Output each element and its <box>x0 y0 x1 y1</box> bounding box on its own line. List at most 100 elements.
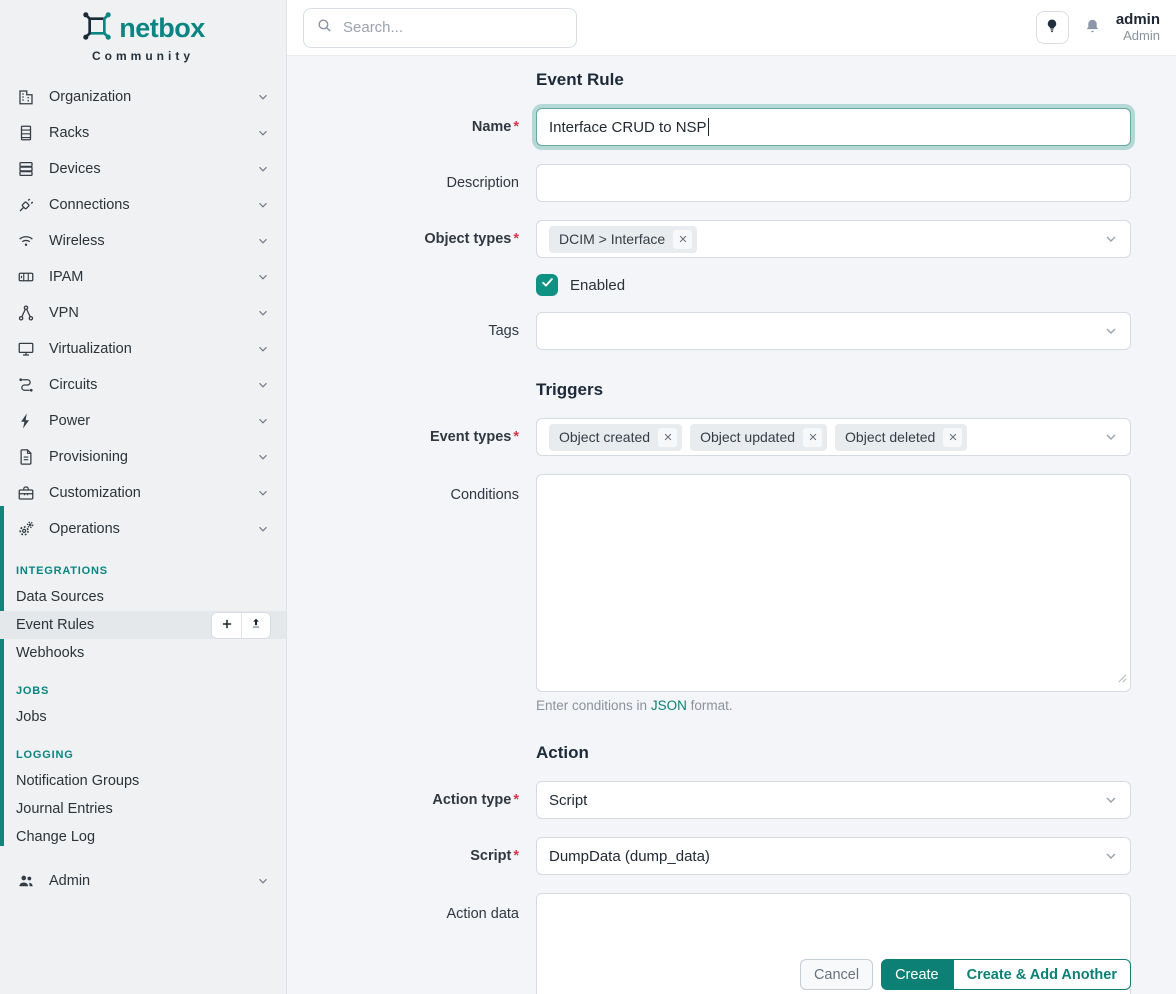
chevron-down-icon <box>256 522 270 536</box>
event-rules-quick-actions <box>212 613 270 638</box>
event-types-label: Event types <box>287 418 519 456</box>
theme-toggle-button[interactable] <box>1036 11 1069 44</box>
enabled-label[interactable]: Enabled <box>570 277 625 294</box>
brand-subtitle: Community <box>0 49 286 63</box>
sidebar-item-admin[interactable]: Admin <box>0 863 286 899</box>
notifications-button[interactable] <box>1083 17 1102 39</box>
object-types-row: Object types DCIM > Interface <box>287 220 1176 258</box>
sidebar-item-racks[interactable]: Racks <box>0 115 286 151</box>
users-icon <box>16 871 36 891</box>
chevron-down-icon <box>256 450 270 464</box>
cancel-button[interactable]: Cancel <box>800 959 873 990</box>
text-caret <box>708 118 710 136</box>
sidebar-item-vpn[interactable]: VPN <box>0 295 286 331</box>
remove-chip-icon[interactable] <box>943 428 962 447</box>
remove-chip-icon[interactable] <box>658 428 677 447</box>
monitor-icon <box>16 339 36 359</box>
tags-label: Tags <box>287 312 519 350</box>
sidebar-item-ipam[interactable]: IPAM <box>0 259 286 295</box>
chevron-down-icon <box>1103 231 1119 251</box>
search-input[interactable] <box>343 19 543 36</box>
object-type-chip: DCIM > Interface <box>549 226 697 253</box>
event-types-select[interactable]: Object created Object updated Object del… <box>536 418 1131 456</box>
cable-plug-icon <box>16 195 36 215</box>
sidebar-item-data-sources[interactable]: Data Sources <box>0 583 286 611</box>
description-label: Description <box>287 164 519 202</box>
action-type-select[interactable]: Script <box>536 781 1131 819</box>
conditions-textarea[interactable] <box>536 474 1131 692</box>
chevron-down-icon <box>256 342 270 356</box>
event-types-row: Event types Object created Object update… <box>287 418 1176 456</box>
chevron-down-icon <box>1103 848 1119 868</box>
remove-chip-icon[interactable] <box>673 230 692 249</box>
sidebar-item-organization[interactable]: Organization <box>0 79 286 115</box>
script-row: Script DumpData (dump_data) <box>287 837 1176 875</box>
enabled-row: Enabled <box>287 274 1176 296</box>
user-role: Admin <box>1116 29 1160 44</box>
sidebar-item-devices[interactable]: Devices <box>0 151 286 187</box>
triggers-title: Triggers <box>536 380 1176 400</box>
primary-nav: Organization Racks Devices Connections W… <box>0 79 286 899</box>
sidebar-item-event-rules[interactable]: Event Rules <box>0 611 286 639</box>
name-input[interactable]: Interface CRUD to NSP <box>536 108 1131 146</box>
conditions-help: Enter conditions in JSON format. <box>536 698 1131 713</box>
import-event-rules-button[interactable] <box>241 613 270 638</box>
sidebar-item-wireless[interactable]: Wireless <box>0 223 286 259</box>
description-row: Description <box>287 164 1176 202</box>
sidebar-item-customization[interactable]: Customization <box>0 475 286 511</box>
resize-handle[interactable] <box>1116 670 1127 688</box>
object-types-label: Object types <box>287 220 519 258</box>
action-type-row: Action type Script <box>287 781 1176 819</box>
action-data-label: Action data <box>287 893 519 994</box>
brand-wordmark: netbox <box>119 13 205 44</box>
plus-icon <box>220 617 234 634</box>
sidebar-item-circuits[interactable]: Circuits <box>0 367 286 403</box>
chevron-down-icon <box>256 198 270 212</box>
group-header-integrations: INTEGRATIONS <box>16 565 270 577</box>
script-label: Script <box>287 837 519 875</box>
graph-icon <box>16 303 36 323</box>
form-actions: Cancel Create Create & Add Another <box>800 959 1131 990</box>
sidebar-item-change-log[interactable]: Change Log <box>0 823 286 851</box>
user-name: admin <box>1116 11 1160 28</box>
sidebar-item-connections[interactable]: Connections <box>0 187 286 223</box>
add-event-rule-button[interactable] <box>212 613 241 638</box>
chevron-down-icon <box>256 270 270 284</box>
create-button[interactable]: Create <box>881 959 953 990</box>
event-type-chip: Object deleted <box>835 424 967 451</box>
json-help-link[interactable]: JSON <box>651 698 687 713</box>
counter-icon <box>16 267 36 287</box>
user-menu[interactable]: admin Admin <box>1116 11 1160 43</box>
sidebar-item-provisioning[interactable]: Provisioning <box>0 439 286 475</box>
create-and-add-another-button[interactable]: Create & Add Another <box>953 959 1131 990</box>
sidebar-item-operations[interactable]: Operations <box>0 511 286 547</box>
chevron-down-icon <box>256 874 270 888</box>
sidebar-item-journal-entries[interactable]: Journal Entries <box>0 795 286 823</box>
description-input[interactable] <box>536 164 1131 202</box>
brand[interactable]: netbox Community <box>0 0 286 63</box>
object-types-select[interactable]: DCIM > Interface <box>536 220 1131 258</box>
sidebar-item-webhooks[interactable]: Webhooks <box>0 639 286 667</box>
global-search[interactable] <box>303 8 577 48</box>
chevron-down-icon <box>256 486 270 500</box>
tags-row: Tags <box>287 312 1176 350</box>
sidebar-item-notification-groups[interactable]: Notification Groups <box>0 767 286 795</box>
chevron-down-icon <box>256 414 270 428</box>
chevron-down-icon <box>256 90 270 104</box>
chevron-down-icon <box>256 162 270 176</box>
chevron-down-icon <box>256 378 270 392</box>
netbox-logo-icon <box>81 10 113 47</box>
tags-select[interactable] <box>536 312 1131 350</box>
action-type-label: Action type <box>287 781 519 819</box>
remove-chip-icon[interactable] <box>803 428 822 447</box>
lightbulb-icon <box>1044 18 1060 37</box>
enabled-checkbox[interactable] <box>536 274 558 296</box>
conditions-label: Conditions <box>287 474 519 713</box>
sidebar-item-virtualization[interactable]: Virtualization <box>0 331 286 367</box>
script-select[interactable]: DumpData (dump_data) <box>536 837 1131 875</box>
sidebar-item-jobs[interactable]: Jobs <box>0 703 286 731</box>
group-header-jobs: JOBS <box>16 685 270 697</box>
rack-icon <box>16 123 36 143</box>
chevron-down-icon <box>1103 429 1119 449</box>
sidebar-item-power[interactable]: Power <box>0 403 286 439</box>
